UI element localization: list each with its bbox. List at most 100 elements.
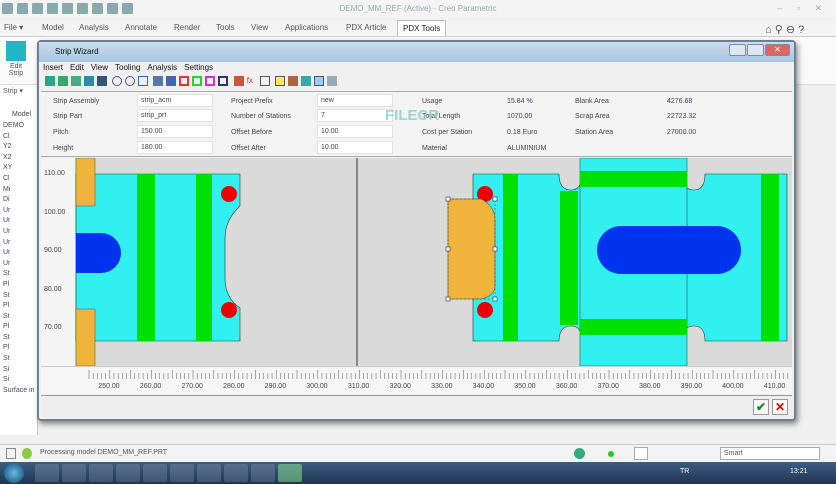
tree-item[interactable]: Di [0,195,37,206]
taskbar-creo[interactable] [278,464,302,482]
toggle3-icon[interactable] [300,76,311,86]
tree-item[interactable]: St [0,354,37,365]
strip-group-label[interactable]: Strip ▾ [0,85,37,99]
menu-settings[interactable]: Settings [184,63,213,72]
taskbar-app[interactable] [224,464,248,482]
toggle1-icon[interactable] [274,76,285,86]
tab-model[interactable]: Model [42,23,64,32]
dialog-title-bar[interactable]: Strip Wizard ✕ [39,42,794,62]
tree-item[interactable]: St [0,312,37,323]
zoom-out-icon[interactable] [125,76,136,86]
view-icon[interactable] [153,76,164,86]
tree-item[interactable]: Ur [0,259,37,270]
edit-strip-button[interactable]: Edit Strip [4,63,28,77]
menu-insert[interactable]: Insert [43,63,63,72]
view2-icon[interactable] [166,76,177,86]
strip-icon[interactable] [71,76,81,86]
tree-item[interactable]: Pl [0,322,37,333]
menu-edit[interactable]: Edit [70,63,84,72]
strip-part-input[interactable]: strip_prt [137,109,213,122]
toggle2-icon[interactable] [287,76,298,86]
tab-pdx-tools[interactable]: PDX Tools [397,20,447,36]
start-button[interactable] [4,463,24,483]
edit-strip-icon[interactable] [6,41,26,61]
ok-button[interactable]: ✔ [753,399,769,415]
strip-drawing[interactable] [41,158,792,366]
tree-item[interactable]: St [0,333,37,344]
tab-pdx-article[interactable]: PDX Article [346,23,386,32]
strip-layout-canvas[interactable]: 110.00 100.00 90.00 80.00 70.00 [41,158,792,366]
chart-icon[interactable] [84,76,94,86]
layout-icon[interactable] [6,448,16,459]
tab-applications[interactable]: Applications [285,23,328,32]
zoom-fit-icon[interactable] [138,76,149,86]
tab-analysis[interactable]: Analysis [79,23,109,32]
project-prefix-input[interactable]: new [317,94,393,107]
taskbar-app[interactable] [89,464,113,482]
magenta-square-icon[interactable] [205,76,216,86]
file-menu[interactable]: File ▾ [4,23,23,32]
help-icons[interactable]: ⌂ ⚲ ⊖ ? [765,23,804,36]
toggle4-icon[interactable] [313,76,324,86]
tree-item[interactable]: Pl [0,343,37,354]
tree-item[interactable]: Mi [0,185,37,196]
tab-tools[interactable]: Tools [216,23,235,32]
tree-item[interactable]: Y2 [0,142,37,153]
clock[interactable]: 13:21 [790,468,808,475]
tree-item[interactable]: Ur [0,206,37,217]
tree-item[interactable]: Pl [0,280,37,291]
tree-item[interactable]: St [0,269,37,280]
tree-item[interactable]: Ur [0,238,37,249]
grid-icon[interactable] [97,76,107,86]
taskbar-app[interactable] [116,464,140,482]
green-square-icon[interactable] [192,76,203,86]
selection-filter-select[interactable]: Smart [720,447,820,460]
language-indicator[interactable]: TR [680,468,689,475]
taskbar-app[interactable] [251,464,275,482]
model-tree[interactable]: DEMO Cl Y2 X2 XY Cl Mi Di Ur Ur Ur Ur Ur Ur St Pl St Pl St… [0,121,37,396]
number-of-stations-input[interactable]: 7 [317,109,393,122]
tree-item[interactable]: Si [0,375,37,386]
taskbar-explorer[interactable] [62,464,86,482]
tree-item[interactable]: Cl [0,132,37,143]
dark-square-icon[interactable] [218,76,229,86]
taskbar-app[interactable] [170,464,194,482]
close-button[interactable]: ✕ [765,44,790,56]
menu-analysis[interactable]: Analysis [147,63,177,72]
station-icon[interactable] [58,76,68,86]
window-controls[interactable]: – ▫ ✕ [777,3,828,14]
taskbar-app[interactable] [143,464,167,482]
tree-item[interactable]: X2 [0,153,37,164]
menu-tooling[interactable]: Tooling [115,63,140,72]
minimize-button[interactable] [729,44,746,56]
offset-after-input[interactable]: 10.00 [317,141,393,154]
tab-render[interactable]: Render [174,23,200,32]
gear-icon[interactable] [45,76,55,86]
tree-item[interactable]: DEMO [0,121,37,132]
table-icon[interactable] [259,76,270,86]
punch-icon[interactable] [233,76,244,86]
tree-item[interactable]: Cl [0,174,37,185]
maximize-button[interactable] [747,44,764,56]
tab-view[interactable]: View [251,23,268,32]
find-icon[interactable] [634,447,648,460]
cancel-button[interactable]: ✕ [772,399,788,415]
globe-icon[interactable] [22,448,32,459]
tree-item[interactable]: XY [0,163,37,174]
tree-item[interactable]: Pl [0,301,37,312]
menu-view[interactable]: View [91,63,108,72]
red-square-icon[interactable] [179,76,190,86]
sync-icon[interactable] [574,448,585,459]
zoom-in-icon[interactable] [112,76,123,86]
model-tab[interactable]: Model [0,109,37,121]
function-icon[interactable]: fx [247,76,257,86]
tree-item[interactable]: St [0,291,37,302]
tree-item[interactable]: Ur [0,216,37,227]
settings-icon[interactable] [326,76,337,86]
taskbar-app[interactable] [197,464,221,482]
tree-item[interactable]: Surface in Latin [0,386,37,397]
tree-item[interactable]: Si [0,365,37,376]
tree-item[interactable]: Ur [0,227,37,238]
strip-assembly-input[interactable]: strip_acm [137,94,213,107]
height-input[interactable]: 180.00 [137,141,213,154]
